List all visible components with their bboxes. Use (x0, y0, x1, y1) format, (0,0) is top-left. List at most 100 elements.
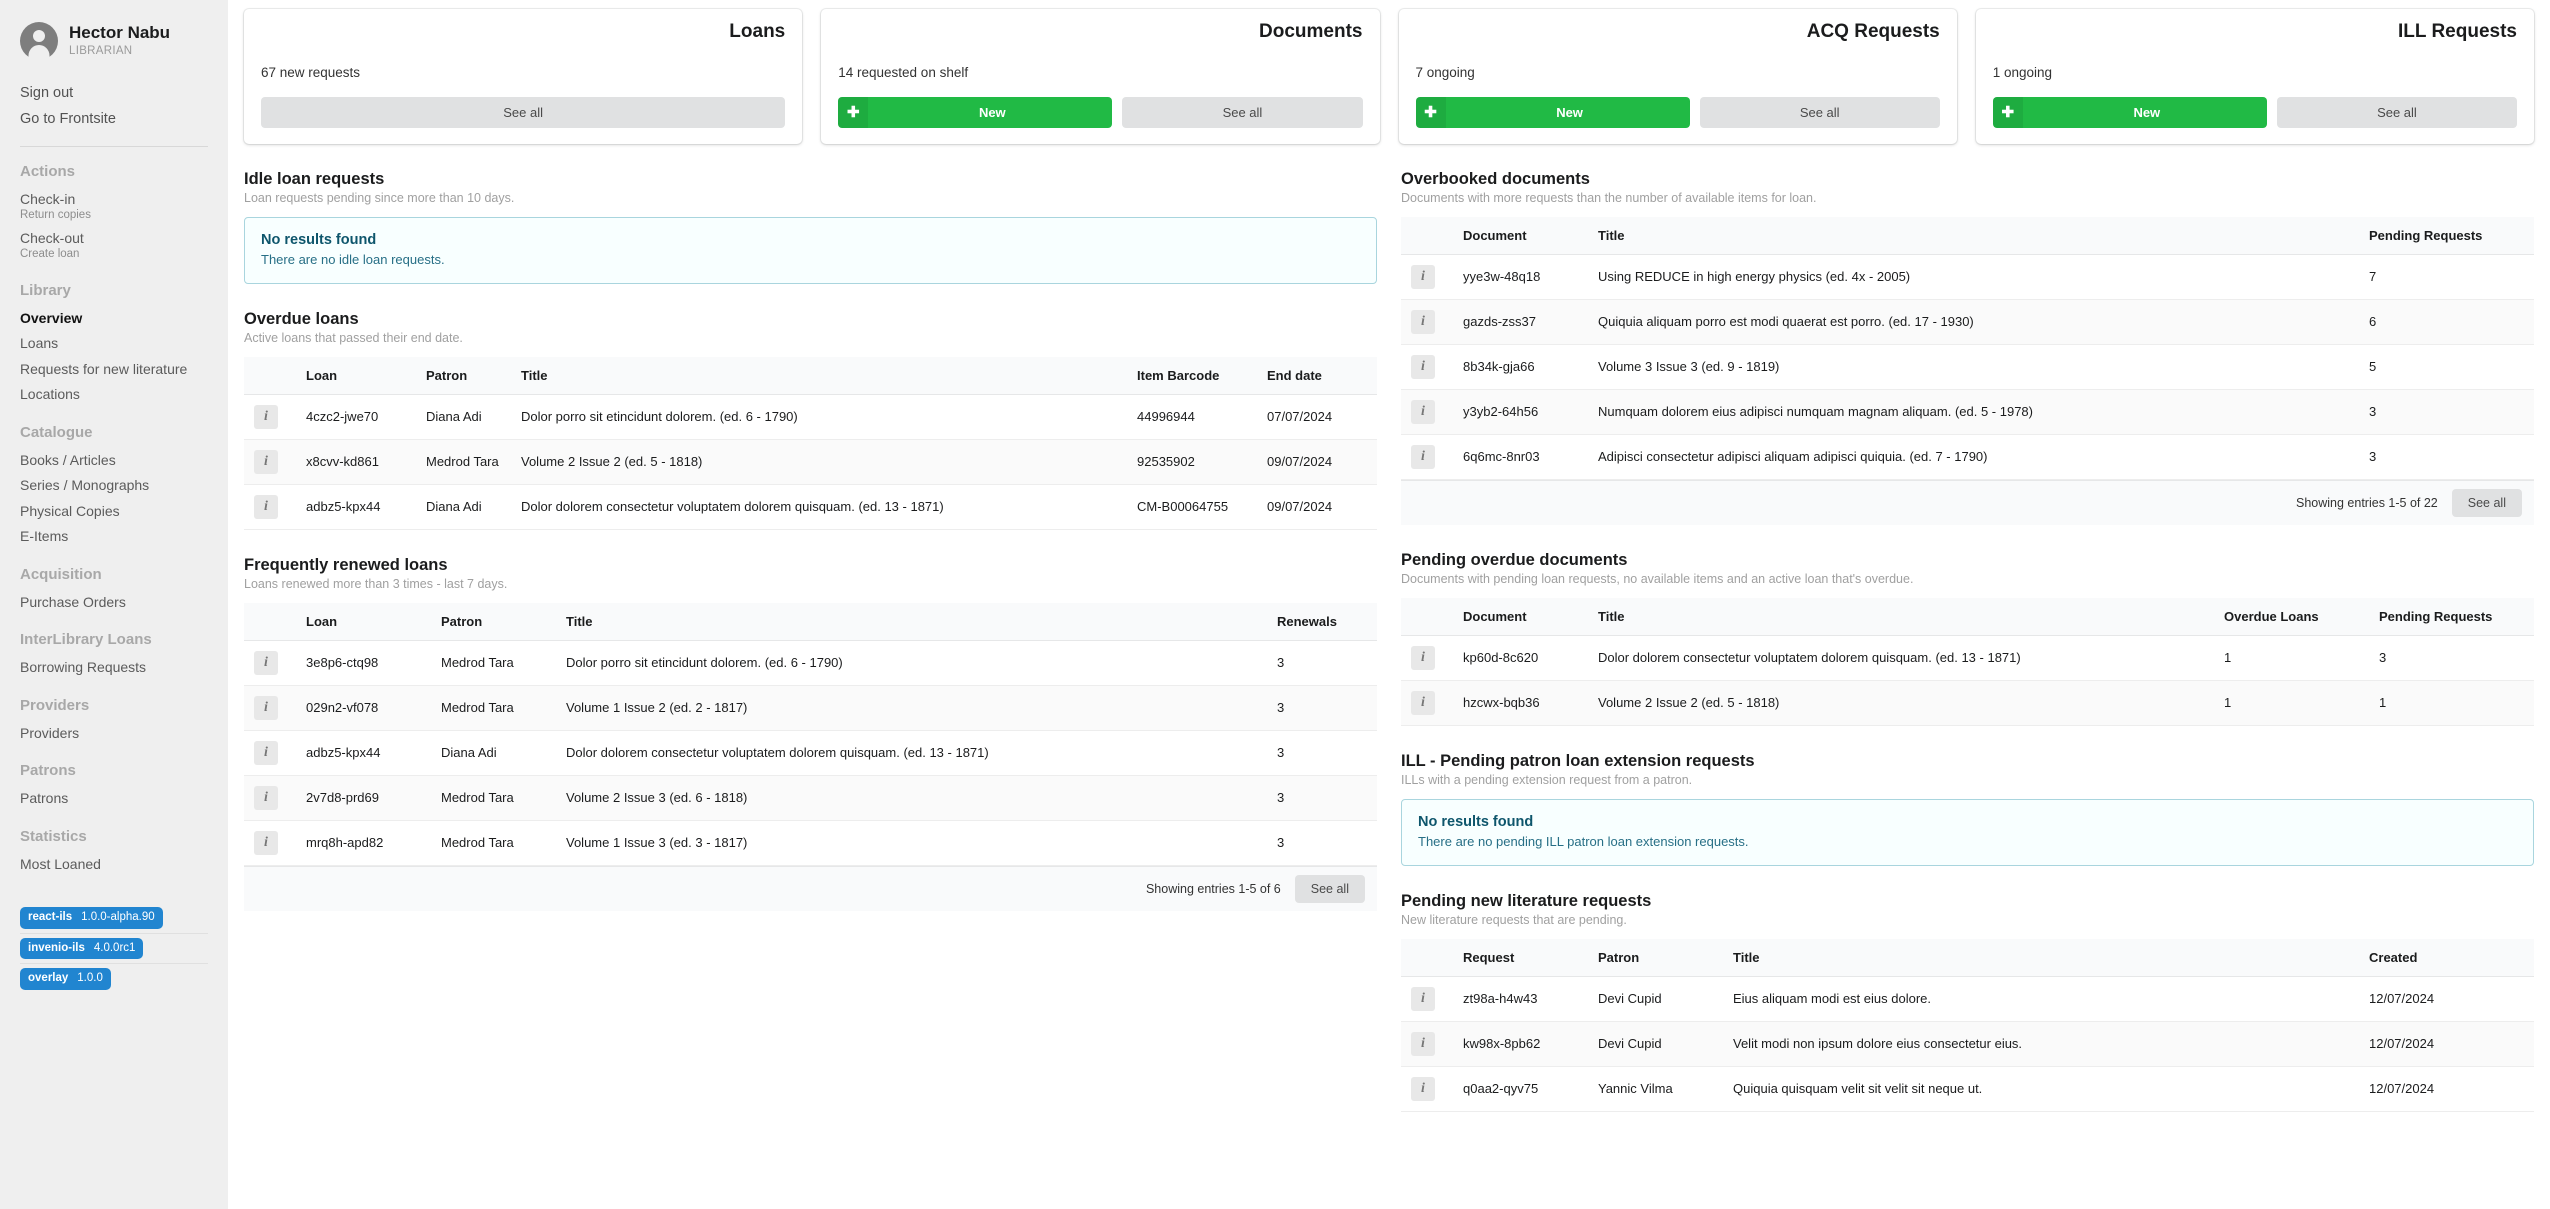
cell-request: kw98x-8pb62 (1453, 1021, 1588, 1067)
summary-card-acq-requests: ACQ Requests 7 ongoing ✚ New See all (1398, 9, 1957, 144)
see-all-button[interactable]: See all (1699, 96, 1940, 128)
see-all-button[interactable]: See all (1122, 96, 1363, 128)
sidebar-item-patrons[interactable]: Patrons (20, 786, 208, 812)
sidebar-item-providers[interactable]: Providers (20, 721, 208, 747)
row-info-cell: i (1401, 434, 1453, 480)
sidebar-item-check-in[interactable]: Check-in Return copies (20, 187, 208, 226)
table-row[interactable]: i gazds-zss37 Quiquia aliquam porro est mo… (1401, 299, 2534, 345)
sidebar-item-borrowing-requests[interactable]: Borrowing Requests (20, 655, 208, 681)
info-icon[interactable]: i (254, 404, 278, 429)
table-row[interactable]: i 029n2-vf078 Medrod Tara Volume 1 Issue 2 … (244, 685, 1377, 731)
version-badge-value: 4.0.0rc1 (93, 941, 136, 954)
info-icon[interactable]: i (1411, 1076, 1435, 1101)
right-column: Overbooked documents Documents with more… (1401, 170, 2534, 1138)
info-icon[interactable]: i (1411, 444, 1435, 469)
table-row[interactable]: i x8cvv-kd861 Medrod Tara Volume 2 Issue 2 … (244, 439, 1377, 485)
column-header-icon (244, 602, 296, 641)
table-header-row: Document Title Overdue Loans Pending Reques… (1401, 597, 2534, 636)
sidebar-item-most-loaned[interactable]: Most Loaned (20, 852, 208, 878)
table-row[interactable]: i hzcwx-bqb36 Volume 2 Issue 2 (ed. 5 - 18… (1401, 680, 2534, 726)
info-icon[interactable]: i (1411, 645, 1435, 670)
cell-document: 6q6mc-8nr03 (1453, 434, 1588, 480)
table-row[interactable]: i 3e8p6-ctq98 Medrod Tara Dolor porro sit e… (244, 640, 1377, 686)
sidebar-item-check-out[interactable]: Check-out Create loan (20, 226, 208, 265)
table-row[interactable]: i y3yb2-64h56 Numquam dolorem eius adipisc… (1401, 389, 2534, 435)
cell-loan: 029n2-vf078 (296, 685, 431, 731)
table-row[interactable]: i 8b34k-gja66 Volume 3 Issue 3 (ed. 9 - 18… (1401, 344, 2534, 390)
table-row[interactable]: i adbz5-kpx44 Diana Adi Dolor dolorem conse… (244, 730, 1377, 776)
column-header-created: Created (2359, 938, 2534, 977)
sidebar-item-series-monographs[interactable]: Series / Monographs (20, 473, 208, 499)
table-row[interactable]: i mrq8h-apd82 Medrod Tara Volume 1 Issue 3 … (244, 820, 1377, 866)
table-row[interactable]: i zt98a-h4w43 Devi Cupid Eius aliquam modi … (1401, 976, 2534, 1022)
info-icon[interactable]: i (1411, 399, 1435, 424)
row-info-cell: i (1401, 976, 1453, 1022)
new-button[interactable]: ✚ New (838, 96, 1113, 128)
sign-out-link[interactable]: Sign out (20, 80, 208, 106)
see-all-button[interactable]: See all (261, 96, 786, 128)
section-subtitle: Documents with pending loan requests, no… (1401, 571, 1914, 586)
info-icon[interactable]: i (254, 785, 278, 810)
cell-document: hzcwx-bqb36 (1453, 680, 1588, 726)
frequently-renewed-loans-section: Frequently renewed loans Loans renewed m… (244, 556, 1377, 911)
cell-title: Volume 2 Issue 2 (ed. 5 - 1818) (1588, 680, 2214, 726)
table-row[interactable]: i kp60d-8c620 Dolor dolorem consectetur vo… (1401, 635, 2534, 681)
info-icon[interactable]: i (254, 695, 278, 720)
column-header-title: Title (1588, 216, 2359, 255)
cell-title: Dolor dolorem consectetur voluptatem dol… (556, 730, 1267, 776)
info-icon[interactable]: i (1411, 690, 1435, 715)
info-icon[interactable]: i (1411, 986, 1435, 1011)
table-row[interactable]: i adbz5-kpx44 Diana Adi Dolor dolorem conse… (244, 484, 1377, 530)
table-row[interactable]: i 2v7d8-prd69 Medrod Tara Volume 2 Issue 3 … (244, 775, 1377, 821)
sidebar-item-locations[interactable]: Locations (20, 382, 208, 408)
sidebar-item-e-items[interactable]: E-Items (20, 524, 208, 550)
info-icon[interactable]: i (254, 494, 278, 519)
table-header-row: Document Title Pending Requests (1401, 216, 2534, 255)
sidebar-group-title: Acquisition (20, 565, 102, 583)
info-icon[interactable]: i (1411, 354, 1435, 379)
table-row[interactable]: i q0aa2-qyv75 Yannic Vilma Quiquia quisquam… (1401, 1066, 2534, 1112)
cell-title: Volume 1 Issue 3 (ed. 3 - 1817) (556, 820, 1267, 866)
sidebar-item-books-articles[interactable]: Books / Articles (20, 448, 208, 474)
info-icon[interactable]: i (1411, 264, 1435, 289)
card-actions: ✚ New See all (1992, 96, 2517, 128)
idle-loan-requests-section: Idle loan requests Loan requests pending… (244, 170, 1377, 284)
new-button[interactable]: ✚ New (1415, 96, 1690, 128)
sidebar-item-physical-copies[interactable]: Physical Copies (20, 499, 208, 525)
see-all-button[interactable]: See all (1294, 874, 1365, 903)
cell-patron: Devi Cupid (1588, 976, 1723, 1022)
table-row[interactable]: i yye3w-48q18 Using REDUCE in high energy … (1401, 254, 2534, 300)
info-icon[interactable]: i (254, 830, 278, 855)
sidebar-item-overview[interactable]: Overview (20, 306, 208, 332)
cell-patron: Devi Cupid (1588, 1021, 1723, 1067)
info-icon[interactable]: i (254, 650, 278, 675)
table-row[interactable]: i 4czc2-jwe70 Diana Adi Dolor porro sit eti… (244, 394, 1377, 440)
go-to-frontsite-link[interactable]: Go to Frontsite (20, 106, 208, 132)
account-links: Sign out Go to Frontsite (20, 80, 208, 132)
info-icon[interactable]: i (1411, 309, 1435, 334)
info-icon[interactable]: i (1411, 1031, 1435, 1056)
see-all-button[interactable]: See all (2451, 488, 2522, 517)
column-header-loan: Loan (296, 602, 431, 641)
cell-patron: Medrod Tara (431, 685, 556, 731)
see-all-button[interactable]: See all (2276, 96, 2517, 128)
info-icon[interactable]: i (254, 449, 278, 474)
sidebar-item-loans[interactable]: Loans (20, 331, 208, 357)
section-title: Overdue loans (244, 309, 359, 328)
column-header-patron: Patron (416, 356, 511, 395)
column-header-title: Title (1588, 597, 2214, 636)
sidebar-item-label: Locations (20, 386, 80, 403)
info-icon[interactable]: i (254, 740, 278, 765)
summary-card-ill-requests: ILL Requests 1 ongoing ✚ New See all (1975, 9, 2534, 144)
sidebar-item-purchase-orders[interactable]: Purchase Orders (20, 590, 208, 616)
new-button[interactable]: ✚ New (1992, 96, 2267, 128)
sidebar-item-requests-for-new-literature[interactable]: Requests for new literature (20, 357, 208, 383)
column-header-title: Title (556, 602, 1267, 641)
version-row: react-ils 1.0.0-alpha.90 (20, 903, 208, 933)
table-row[interactable]: i 6q6mc-8nr03 Adipisci consectetur adipisc… (1401, 434, 2534, 480)
version-badge-name: overlay (28, 972, 69, 985)
table-body: i 3e8p6-ctq98 Medrod Tara Dolor porro sit e… (244, 640, 1377, 866)
table-row[interactable]: i kw98x-8pb62 Devi Cupid Velit modi non ips… (1401, 1021, 2534, 1067)
dashboard-columns: Idle loan requests Loan requests pending… (228, 170, 2550, 1138)
cell-title: Dolor dolorem consectetur voluptatem dol… (511, 484, 1127, 530)
